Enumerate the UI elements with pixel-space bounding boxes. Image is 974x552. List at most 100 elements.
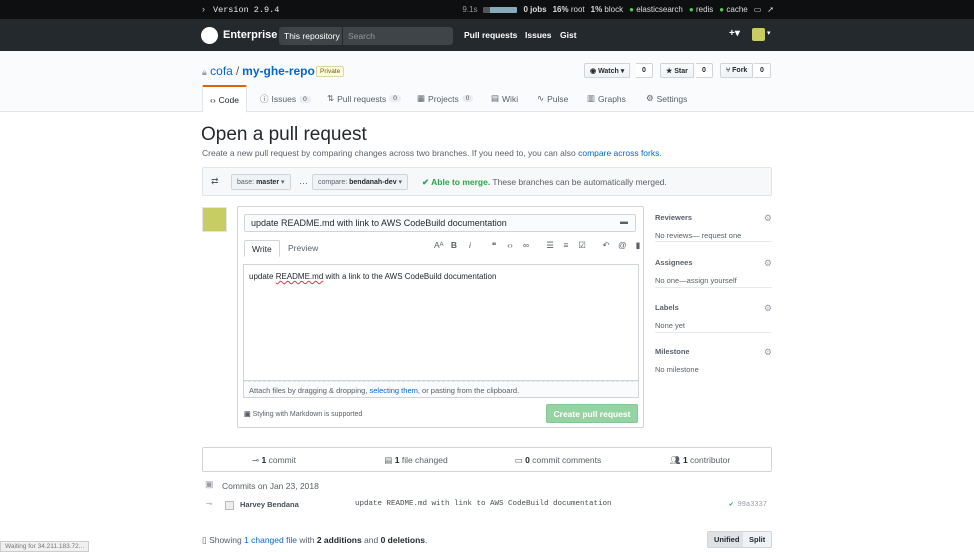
sidebar-milestone[interactable]: Milestone ⚙ No milestone xyxy=(655,347,772,377)
user-avatar[interactable] xyxy=(752,28,765,41)
branch-range-bar: ⇄ base: master ▾ … compare: bendanah-dev… xyxy=(202,167,772,196)
file-icon: ▯ xyxy=(202,535,207,545)
sidebar-assignees[interactable]: Assignees ⚙ No one—assign yourself xyxy=(655,258,772,288)
version-label: Version 2.9.4 xyxy=(213,5,280,15)
star-button[interactable]: ★ Star xyxy=(660,63,694,78)
gear-icon[interactable]: ⚙ xyxy=(764,258,772,269)
watch-count[interactable]: 0 xyxy=(636,63,653,78)
watch-button[interactable]: ◉ Watch ▾ xyxy=(584,63,631,78)
markdown-icon: ▣ xyxy=(244,411,251,418)
commit-sha[interactable]: ✔ 99a3337 xyxy=(729,500,767,509)
brand-label[interactable]: Enterprise xyxy=(223,29,277,41)
tab-wiki[interactable]: ▤ Wiki xyxy=(491,93,518,104)
pr-title-input[interactable]: update README.md with link to AWS CodeBu… xyxy=(244,214,636,232)
github-logo-icon[interactable] xyxy=(201,27,218,44)
diff-summary: ▯ Showing 1 changed file with 2 addition… xyxy=(202,535,428,545)
pull-request-icon: ⇅ xyxy=(327,93,335,103)
quote-icon[interactable]: ❝ xyxy=(490,240,498,251)
tab-preview[interactable]: Preview xyxy=(281,240,325,257)
split-view-button[interactable]: Split xyxy=(743,531,773,548)
sidebar-labels[interactable]: Labels ⚙ None yet xyxy=(655,303,772,333)
saved-replies-icon[interactable]: ▬ xyxy=(620,217,628,226)
search-input[interactable]: Search xyxy=(342,27,453,45)
base-branch-select[interactable]: base: master ▾ xyxy=(231,174,291,190)
page-subtitle: Create a new pull request by comparing c… xyxy=(202,148,662,158)
nav-gist[interactable]: Gist xyxy=(560,30,577,40)
commit-node-icon: ⊸ xyxy=(206,499,213,508)
gear-icon: ⚙ xyxy=(646,93,654,103)
markdown-toolbar: Aᴬ B i ❝ ‹› ∞ ☰ ≡ ☑ ↶ @ ▮ xyxy=(434,240,642,251)
repo-owner-link[interactable]: cofa xyxy=(210,64,233,78)
commits-date-heading: Commits on Jan 23, 2018 xyxy=(222,481,319,491)
unified-view-button[interactable]: Unified xyxy=(707,531,747,548)
minimize-icon[interactable]: ▭ xyxy=(754,5,762,14)
commit-comments-count[interactable]: ▭ 0 commit comments xyxy=(487,448,629,471)
bold-icon[interactable]: B xyxy=(450,240,458,251)
comment-icon: ▭ xyxy=(514,455,523,465)
select-files-link[interactable]: selecting them xyxy=(370,386,418,395)
repo-name-link[interactable]: my-ghe-repo xyxy=(242,64,315,78)
lock-icon: 🔒︎ xyxy=(202,67,207,77)
code-icon: ‹› xyxy=(210,94,216,105)
pull-request-form: update README.md with link to AWS CodeBu… xyxy=(237,206,644,428)
commits-count[interactable]: ⊸ 1 commit xyxy=(203,448,345,471)
markdown-note[interactable]: ▣ Styling with Markdown is supported xyxy=(244,410,362,418)
page-title: Open a pull request xyxy=(201,124,367,145)
compare-branch-select[interactable]: compare: bendanah-dev ▾ xyxy=(312,174,409,190)
compare-forks-link[interactable]: compare across forks. xyxy=(578,148,662,158)
commit-message[interactable]: update README.md with link to AWS CodeBu… xyxy=(355,500,612,508)
gear-icon[interactable]: ⚙ xyxy=(764,213,772,224)
root-stat: 16% root xyxy=(552,5,585,14)
bookmark-icon[interactable]: ▮ xyxy=(634,240,642,251)
rocket-icon[interactable]: ➚ xyxy=(767,5,774,14)
tab-code[interactable]: ‹› Code xyxy=(202,85,247,113)
mention-icon[interactable]: @ xyxy=(618,240,627,251)
commit-row: ⊸ Harvey Bendana update README.md with l… xyxy=(202,498,772,511)
commit-author-avatar[interactable] xyxy=(225,501,234,510)
plus-dropdown-icon[interactable]: +▾ xyxy=(729,28,740,39)
chevron-right-icon[interactable]: › xyxy=(202,4,205,14)
tab-settings[interactable]: ⚙ Settings xyxy=(646,93,687,104)
tab-graphs[interactable]: ▥ Graphs xyxy=(587,93,626,104)
graph-icon: ▥ xyxy=(587,93,596,103)
contributors-count[interactable]: 👥︎ 1 contributor xyxy=(629,448,771,471)
link-icon[interactable]: ∞ xyxy=(522,240,530,251)
tab-pull-requests[interactable]: ⇅ Pull requests 0 xyxy=(327,93,401,104)
pr-body-textarea[interactable]: update README.md with a link to the AWS … xyxy=(243,264,639,381)
compare-arrows-icon[interactable]: ⇄ xyxy=(211,176,219,187)
merge-status: ✔ Able to merge. These branches can be a… xyxy=(422,177,667,187)
sidebar-reviewers[interactable]: Reviewers ⚙ No reviews— request one xyxy=(655,213,772,242)
nav-issues[interactable]: Issues xyxy=(525,30,551,40)
nav-pull-requests[interactable]: Pull requests xyxy=(464,30,517,40)
gear-icon[interactable]: ⚙ xyxy=(764,303,772,314)
reply-icon[interactable]: ↶ xyxy=(602,240,610,251)
chevron-down-icon[interactable]: ▾ xyxy=(767,29,771,37)
gear-icon[interactable]: ⚙ xyxy=(764,347,772,358)
project-icon: ▦ xyxy=(417,93,426,103)
service-elasticsearch: ● elasticsearch xyxy=(629,5,683,14)
tab-issues[interactable]: ⓘ Issues 0 xyxy=(260,93,311,105)
fork-button[interactable]: ⑂ Fork xyxy=(720,63,754,78)
task-list-icon[interactable]: ☑ xyxy=(578,240,586,251)
files-changed-count[interactable]: ▤ 1 file changed xyxy=(345,448,487,471)
repo-title: 🔒︎ cofa / my-ghe-repo xyxy=(202,64,315,78)
fork-count[interactable]: 0 xyxy=(754,63,771,78)
bullet-list-icon[interactable]: ☰ xyxy=(546,240,554,251)
tab-projects[interactable]: ▦ Projects 0 xyxy=(417,93,474,104)
italic-icon[interactable]: i xyxy=(466,240,474,251)
star-count[interactable]: 0 xyxy=(696,63,713,78)
numbered-list-icon[interactable]: ≡ xyxy=(562,240,570,251)
header-text-icon[interactable]: Aᴬ xyxy=(434,240,444,251)
tab-pulse[interactable]: ∿ Pulse xyxy=(537,93,568,104)
service-cache: ● cache xyxy=(719,5,748,14)
author-avatar xyxy=(202,207,227,232)
create-pull-request-button[interactable]: Create pull request xyxy=(546,404,638,423)
block-stat: 1% block xyxy=(590,5,624,14)
range-ellipsis: … xyxy=(299,176,308,186)
tab-write[interactable]: Write xyxy=(244,240,280,257)
commit-author[interactable]: Harvey Bendana xyxy=(240,500,299,509)
changed-file-link[interactable]: 1 changed file xyxy=(244,535,297,545)
code-icon[interactable]: ‹› xyxy=(506,240,514,251)
compare-summary: ⊸ 1 commit ▤ 1 file changed ▭ 0 commit c… xyxy=(202,447,772,472)
attach-files-area[interactable]: Attach files by dragging & dropping, sel… xyxy=(243,381,639,398)
